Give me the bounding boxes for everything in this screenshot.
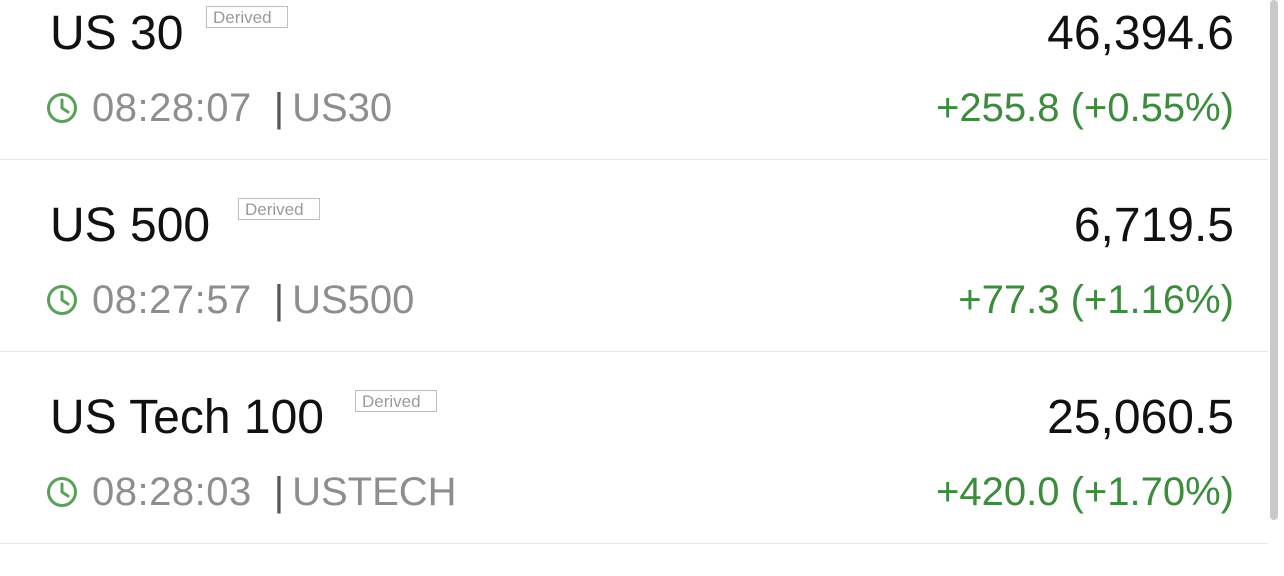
derived-badge: Derived — [206, 6, 288, 28]
instrument-price: 46,394.6 — [1047, 7, 1234, 60]
price-change: +255.8 (+0.55%) — [936, 86, 1234, 130]
quote-time: 08:28:03 — [92, 469, 252, 514]
instrument-symbol: USTECH — [292, 469, 457, 514]
separator: | — [273, 277, 285, 322]
instrument-price: 25,060.5 — [1047, 391, 1234, 444]
instrument-name: US 500 — [50, 199, 211, 252]
instrument-meta: 08:28:07 | US30 — [46, 84, 392, 132]
price-change: +420.0 (+1.70%) — [936, 470, 1234, 514]
instrument-row[interactable]: US 500 Derived 6,719.5 08:27:57 | US500 … — [0, 160, 1268, 352]
instrument-row[interactable]: US Tech 100 Derived 25,060.5 08:28:03 | … — [0, 352, 1268, 544]
clock-icon — [47, 93, 77, 123]
quote-time: 08:27:57 — [92, 277, 252, 322]
instrument-symbol: US500 — [292, 277, 415, 322]
instrument-meta: 08:27:57 | US500 — [46, 276, 414, 324]
clock-icon — [47, 285, 77, 315]
instrument-name: US 30 — [50, 7, 184, 60]
clock-icon — [47, 477, 77, 507]
instrument-name: US Tech 100 — [50, 391, 324, 444]
quote-time: 08:28:07 — [92, 85, 252, 130]
separator: | — [273, 469, 285, 514]
instrument-meta: 08:28:03 | USTECH — [46, 468, 457, 516]
instrument-list: US 30 Derived 46,394.6 08:28:07 | US30 +… — [0, 0, 1284, 576]
derived-badge: Derived — [355, 390, 437, 412]
derived-badge: Derived — [238, 198, 320, 220]
scrollbar[interactable] — [1270, 0, 1278, 520]
instrument-price: 6,719.5 — [1073, 199, 1234, 252]
instrument-symbol: US30 — [292, 85, 393, 130]
price-change: +77.3 (+1.16%) — [958, 278, 1234, 322]
separator: | — [273, 85, 285, 130]
instrument-row[interactable]: US 30 Derived 46,394.6 08:28:07 | US30 +… — [0, 0, 1268, 160]
